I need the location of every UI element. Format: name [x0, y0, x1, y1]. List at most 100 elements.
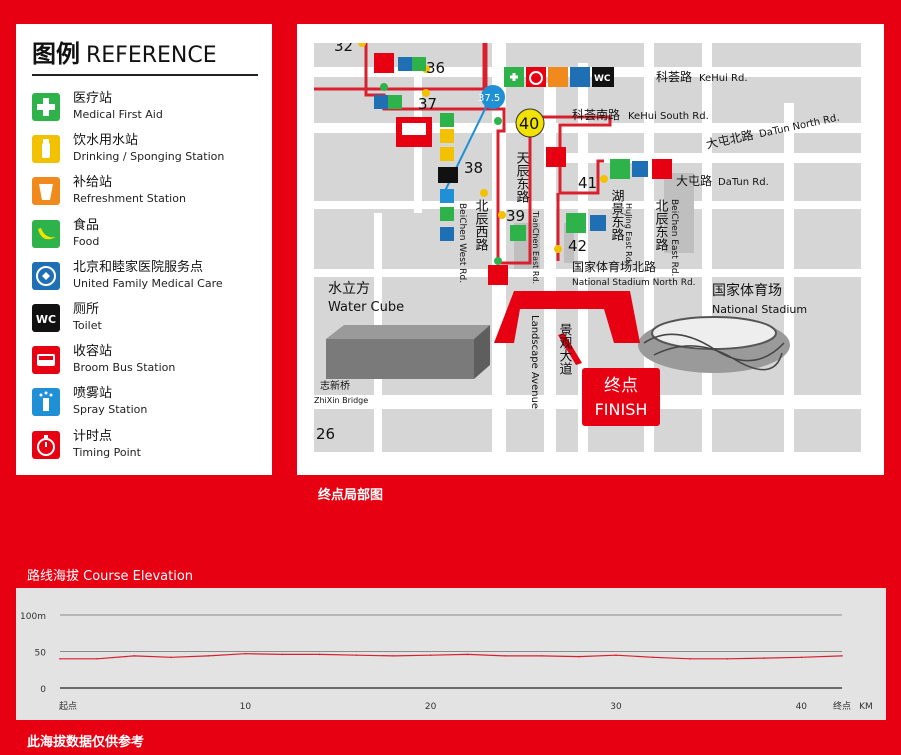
elevation-point: [355, 654, 358, 656]
stadium-en: National Stadium: [712, 303, 807, 316]
legend-item-zh: 收容站: [73, 344, 113, 360]
water-bottle-icon: [440, 147, 454, 161]
km-label-41: 41: [578, 174, 597, 192]
banana-icon: [32, 219, 60, 248]
legend-item-en: United Family Medical Care: [73, 276, 223, 290]
elevation-point: [800, 656, 803, 659]
elevation-chart: 100m 50 0 起点 10 20 30 40 终点 KM: [16, 588, 886, 720]
legend-item-zh: 食品: [73, 217, 100, 233]
legend-item-stopwatch: 计时点 Timing Point: [32, 428, 268, 464]
united-family-icon: [32, 261, 60, 290]
legend-item-en: Spray Station: [73, 403, 148, 417]
legend-item-zh: 北京和睦家医院服务点: [73, 259, 204, 275]
map-caption: 终点局部图: [318, 488, 384, 503]
legend-item-water-bottle: 饮水用水站 Drinking / Sponging Station: [32, 132, 268, 168]
elevation-point: [841, 655, 843, 657]
first-aid-icon: [440, 207, 454, 221]
united-family-icon: [590, 215, 606, 231]
elevation-point: [59, 658, 61, 660]
road-kehui-en: KeHui Rd.: [699, 73, 748, 84]
x-tick-label: 10: [240, 702, 252, 712]
elevation-point: [503, 655, 506, 657]
point-km42: [554, 245, 562, 253]
point-green-b: [494, 117, 502, 125]
x-tick-label: 终点: [833, 700, 851, 712]
road-landscape-en: Landscape Avenue: [529, 315, 540, 409]
road-tianchen-en: TianChen East Rd.: [531, 210, 540, 284]
elevation-point: [170, 656, 172, 659]
elevation-point: [281, 653, 284, 656]
legend-item-bus: 收容站 Broom Bus Station: [32, 343, 268, 379]
road-landscape-zh: 景观大道: [557, 323, 573, 375]
km-label-42: 42: [568, 237, 587, 255]
elevation-point: [763, 657, 766, 659]
road-tianchen: [544, 83, 556, 452]
legend-item-zh: 厕所: [73, 302, 100, 317]
finish-label-en: FINISH: [595, 400, 648, 419]
first-aid-icon: [412, 57, 426, 71]
point-km38: [480, 189, 488, 197]
finish-area-map: 终点 FINISH 32 36 37 37.5 38 39 40 41 42 2…: [314, 43, 861, 452]
road-stadium-north-zh: 国家体育场北路: [572, 259, 656, 274]
toilet-wc-icon: [438, 167, 458, 183]
elevation-point: [541, 655, 543, 657]
refreshment-cup-icon: [32, 177, 60, 206]
road-east: [784, 103, 794, 452]
x-tick-label: 30: [610, 702, 622, 712]
elevation-point: [429, 654, 432, 656]
elevation-line: [60, 653, 843, 660]
km-label-36: 36: [426, 59, 445, 77]
banana-icon: [440, 129, 454, 143]
elevation-point: [96, 658, 98, 660]
legend-item-en: Food: [73, 234, 100, 248]
elevation-point: [133, 655, 135, 657]
elevation-point: [392, 655, 395, 657]
road-datun-en: DaTun Rd.: [718, 177, 769, 188]
national-stadium-building: [638, 316, 790, 373]
stopwatch-icon: [652, 159, 672, 179]
stopwatch-icon: [32, 430, 60, 459]
first-aid-icon: [566, 213, 586, 233]
bridge-en: ZhiXin Bridge: [314, 396, 368, 405]
legend-item-en: Toilet: [73, 319, 102, 332]
y-tick-label: 50: [35, 649, 47, 659]
road-kehui-zh: 科荟路: [656, 69, 692, 84]
legend-title: 图例 REFERENCE: [32, 36, 258, 76]
first-aid-icon: [32, 93, 60, 121]
road-beichen-east: [702, 43, 712, 452]
x-tick-label: 起点: [59, 701, 77, 712]
stadium-zh: 国家体育场: [712, 282, 782, 299]
water-cube-roof: [326, 325, 490, 339]
legend-item-en: Broom Bus Station: [73, 361, 176, 375]
legend-item-refreshment-cup: 补给站 Refreshment Station: [32, 174, 268, 210]
legend-item-toilet-wc: WC 厕所 Toilet: [32, 301, 268, 337]
stopwatch-icon: [374, 53, 394, 73]
first-aid-icon: [440, 113, 454, 127]
legend-panel: 图例 REFERENCE 医疗站 Medical First Aid 饮水用水站 Dri…: [16, 24, 272, 475]
road-datun-zh: 大屯路: [676, 173, 712, 188]
road-tianchen-zh: 天辰东路: [514, 151, 530, 203]
elevation-point: [244, 652, 247, 655]
point-green-c: [494, 257, 502, 265]
stopwatch-icon: [488, 265, 508, 285]
point-km39: [498, 211, 506, 219]
water-cube-zh: 水立方: [328, 281, 370, 297]
spray-icon: [440, 189, 454, 203]
road-stadium-north-en: National Stadium North Rd.: [572, 278, 696, 288]
x-tick-label: 40: [796, 702, 808, 712]
united-family-icon: [398, 57, 412, 71]
finish-label-zh: 终点: [604, 376, 638, 396]
km-label-38: 38: [464, 159, 483, 177]
km-label-37-5: 37.5: [478, 93, 500, 104]
legend-title-en: REFERENCE: [86, 43, 217, 68]
legend-item-en: Drinking / Sponging Station: [73, 150, 225, 164]
refreshment-cup-icon: [548, 67, 568, 87]
legend-item-zh: 医疗站: [73, 91, 113, 106]
legend-item-en: Refreshment Station: [73, 192, 186, 206]
legend-item-spray: 喷雾站 Spray Station: [32, 385, 268, 421]
elevation-point: [615, 654, 617, 656]
united-family-icon: [632, 161, 648, 177]
elevation-point: [466, 653, 469, 656]
road-beichen-west-en: BeiChen West Rd.: [457, 203, 467, 283]
km-label-40: 40: [519, 114, 539, 133]
